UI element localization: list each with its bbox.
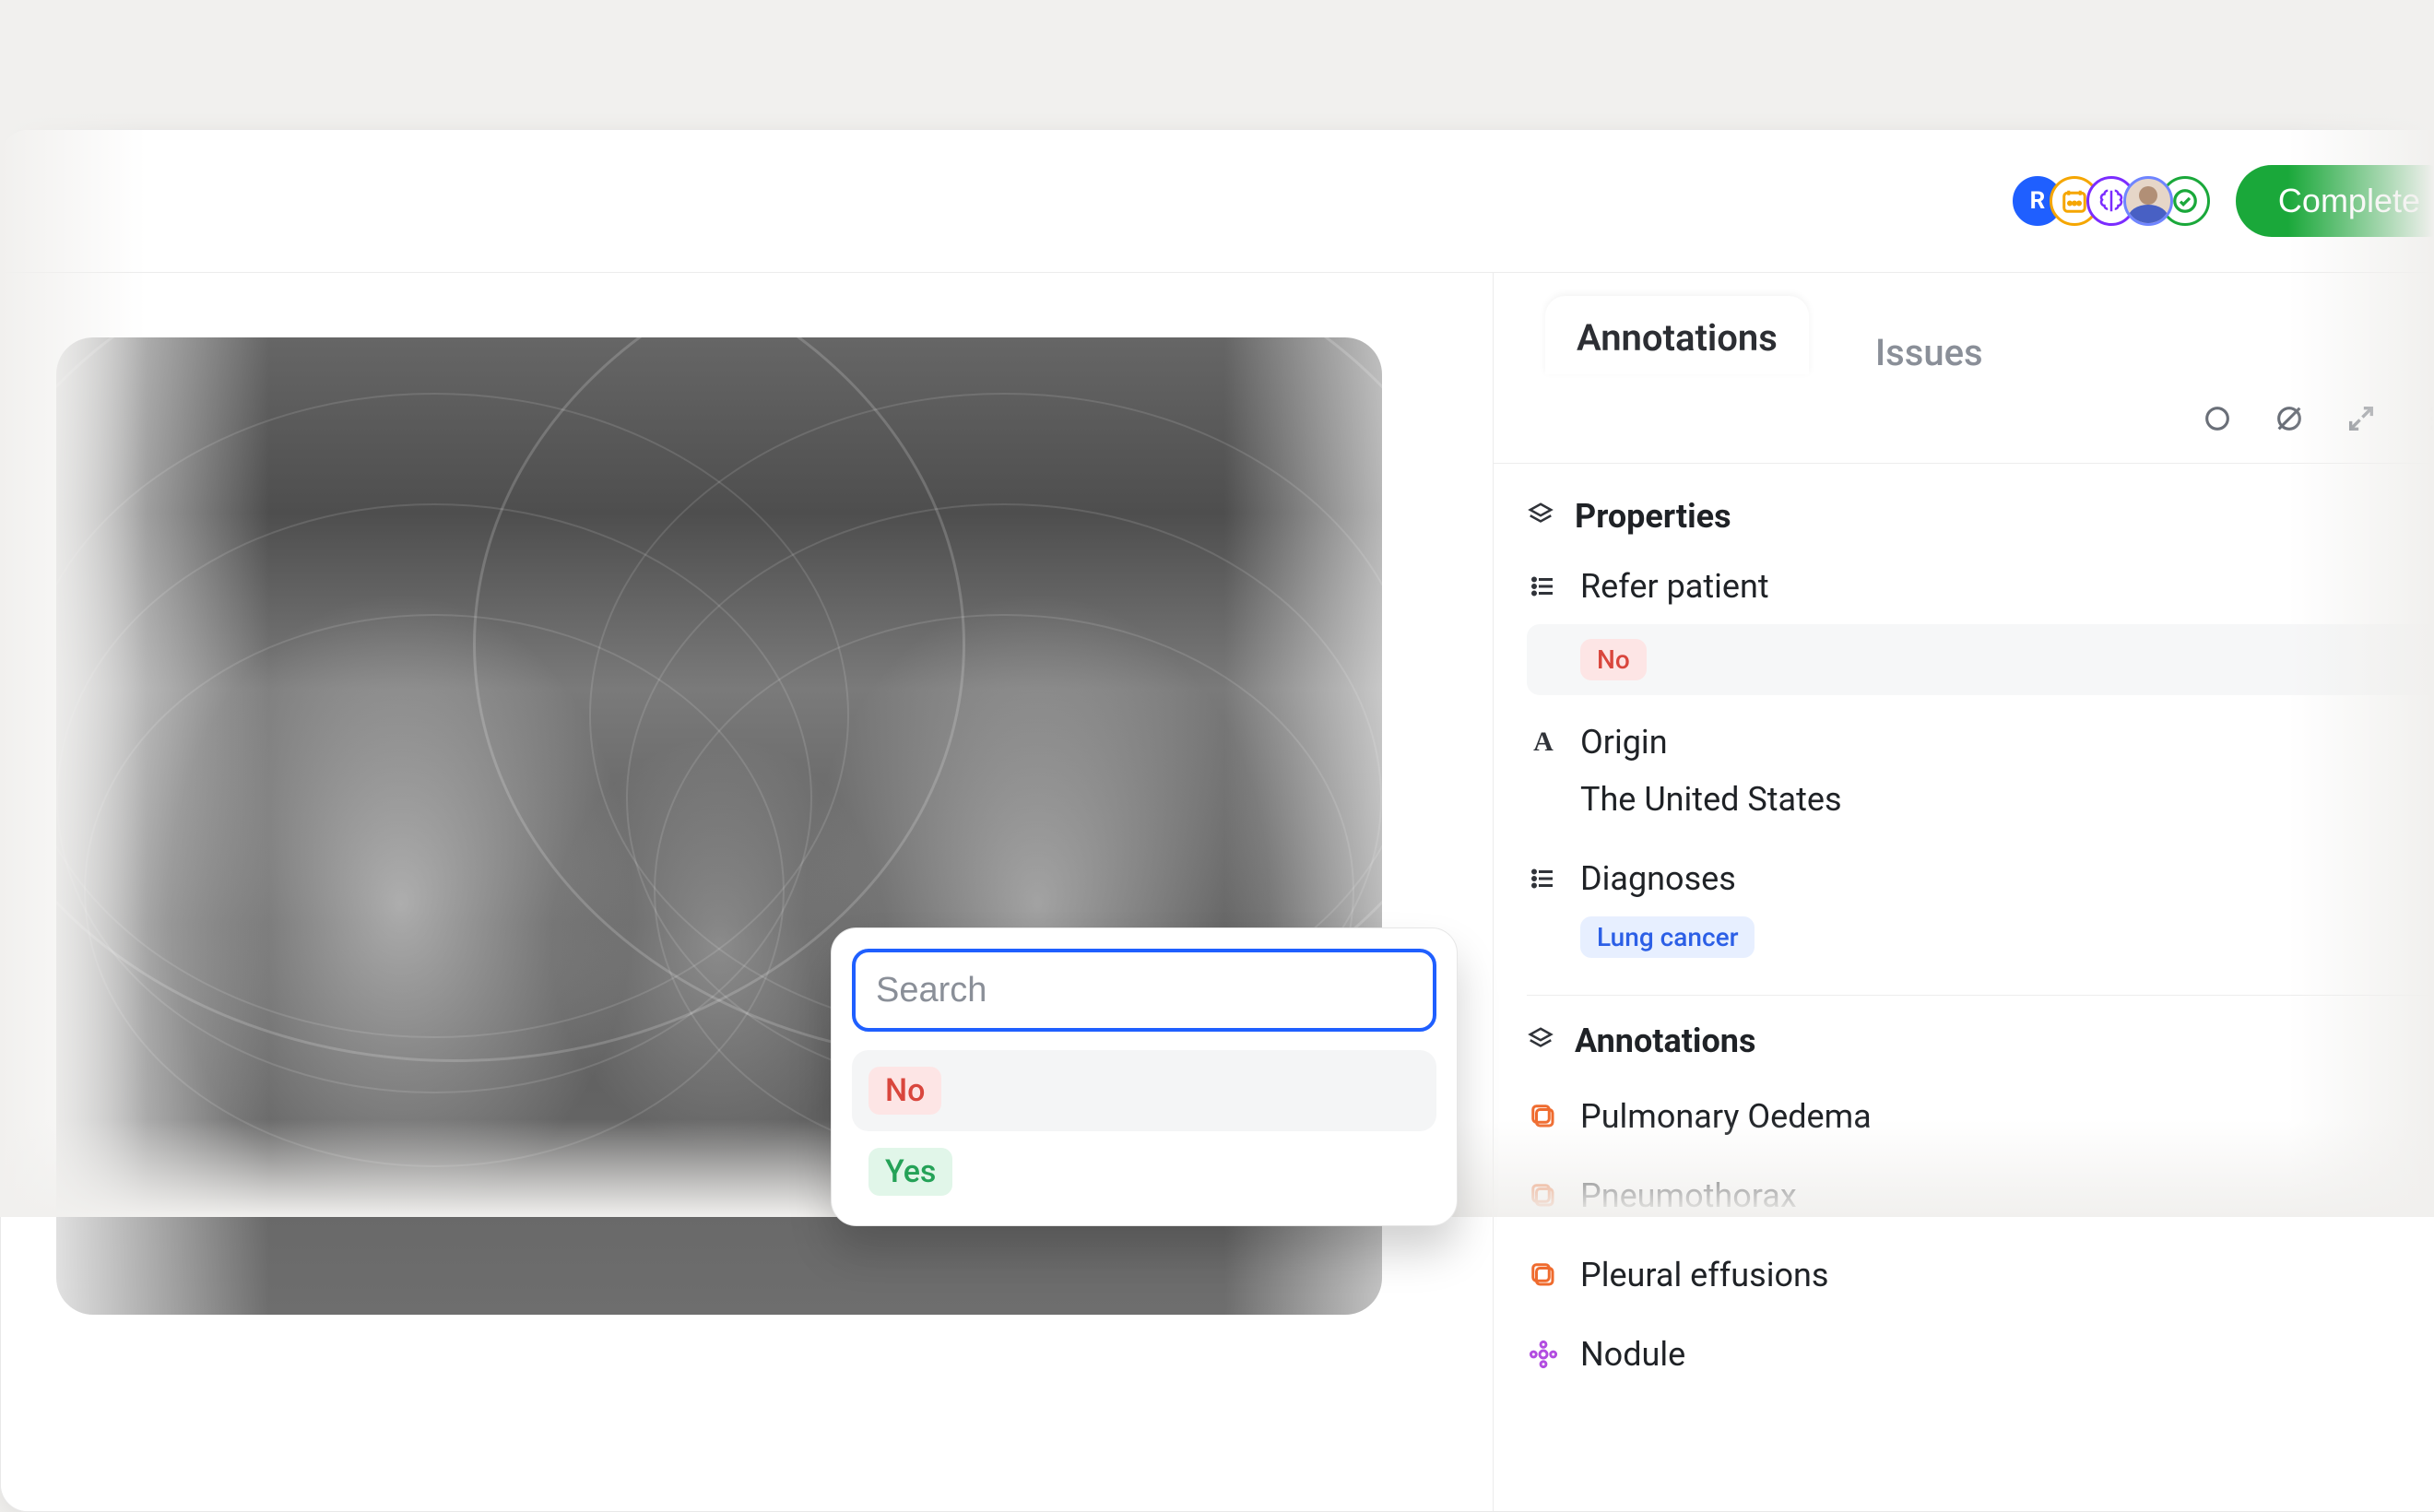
property-refer-patient[interactable]: Refer patient: [1527, 552, 2434, 620]
origin-label: Origin: [1580, 723, 1668, 762]
no-pill: No: [868, 1067, 941, 1115]
yes-pill: Yes: [868, 1148, 952, 1196]
null-set-icon[interactable]: [2269, 398, 2310, 439]
panel-tabs: Annotations Issues: [1494, 273, 2434, 374]
refer-patient-label: Refer patient: [1580, 567, 1769, 606]
side-panel: Annotations Issues Properties: [1493, 273, 2434, 1511]
diagnoses-label: Diagnoses: [1580, 859, 1736, 898]
bbox-icon: [1527, 1182, 1560, 1210]
annotation-label: Pulmonary Oedema: [1580, 1097, 1872, 1136]
annotation-label: Nodule: [1580, 1335, 1685, 1374]
option-yes[interactable]: Yes: [852, 1131, 1436, 1212]
avatar[interactable]: [2123, 176, 2173, 226]
header: R Complete: [1, 130, 2434, 273]
layers-icon: [1527, 501, 1554, 532]
properties-title: Properties: [1575, 497, 1731, 536]
image-viewer[interactable]: No Yes: [1, 273, 1493, 1511]
search-popover: No Yes: [831, 927, 1458, 1226]
annotation-item[interactable]: Pneumothorax: [1527, 1156, 2434, 1235]
refer-patient-value-row[interactable]: No: [1527, 624, 2434, 695]
annotation-label: Pleural effusions: [1580, 1256, 1828, 1294]
property-origin[interactable]: A Origin: [1527, 708, 2434, 776]
header-icon-group: R: [2026, 176, 2210, 226]
tab-annotations[interactable]: Annotations: [1545, 296, 1809, 374]
app-window: R Complete: [0, 129, 2434, 1512]
bbox-icon: [1527, 1261, 1560, 1289]
option-no[interactable]: No: [852, 1050, 1436, 1131]
tab-issues[interactable]: Issues: [1875, 331, 1983, 374]
panel-toolbar: [1494, 374, 2434, 463]
bbox-icon: [1527, 1103, 1560, 1130]
circle-icon[interactable]: [2197, 398, 2238, 439]
search-input[interactable]: [852, 949, 1436, 1032]
expand-icon[interactable]: [2341, 398, 2381, 439]
list-icon: [1527, 865, 1560, 892]
annotation-item[interactable]: Nodule: [1527, 1315, 2434, 1394]
properties-section: Properties Refer patient No A Origin: [1494, 464, 2434, 1394]
list-icon: [1527, 573, 1560, 600]
property-diagnoses[interactable]: Diagnoses: [1527, 845, 2434, 913]
annotation-label: Pneumothorax: [1580, 1176, 1797, 1215]
layers-icon: [1527, 1025, 1554, 1057]
refer-patient-value: No: [1580, 639, 1647, 680]
diagnoses-value: Lung cancer: [1580, 916, 1755, 958]
annotations-title: Annotations: [1575, 1022, 1755, 1060]
annotation-item[interactable]: Pulmonary Oedema: [1527, 1077, 2434, 1156]
complete-button[interactable]: Complete: [2236, 165, 2434, 237]
annotation-item[interactable]: Pleural effusions: [1527, 1235, 2434, 1315]
keypoint-icon: [1527, 1340, 1560, 1369]
origin-value: The United States: [1580, 780, 1842, 819]
text-a-icon: A: [1527, 726, 1560, 758]
more-icon[interactable]: [2413, 398, 2434, 439]
